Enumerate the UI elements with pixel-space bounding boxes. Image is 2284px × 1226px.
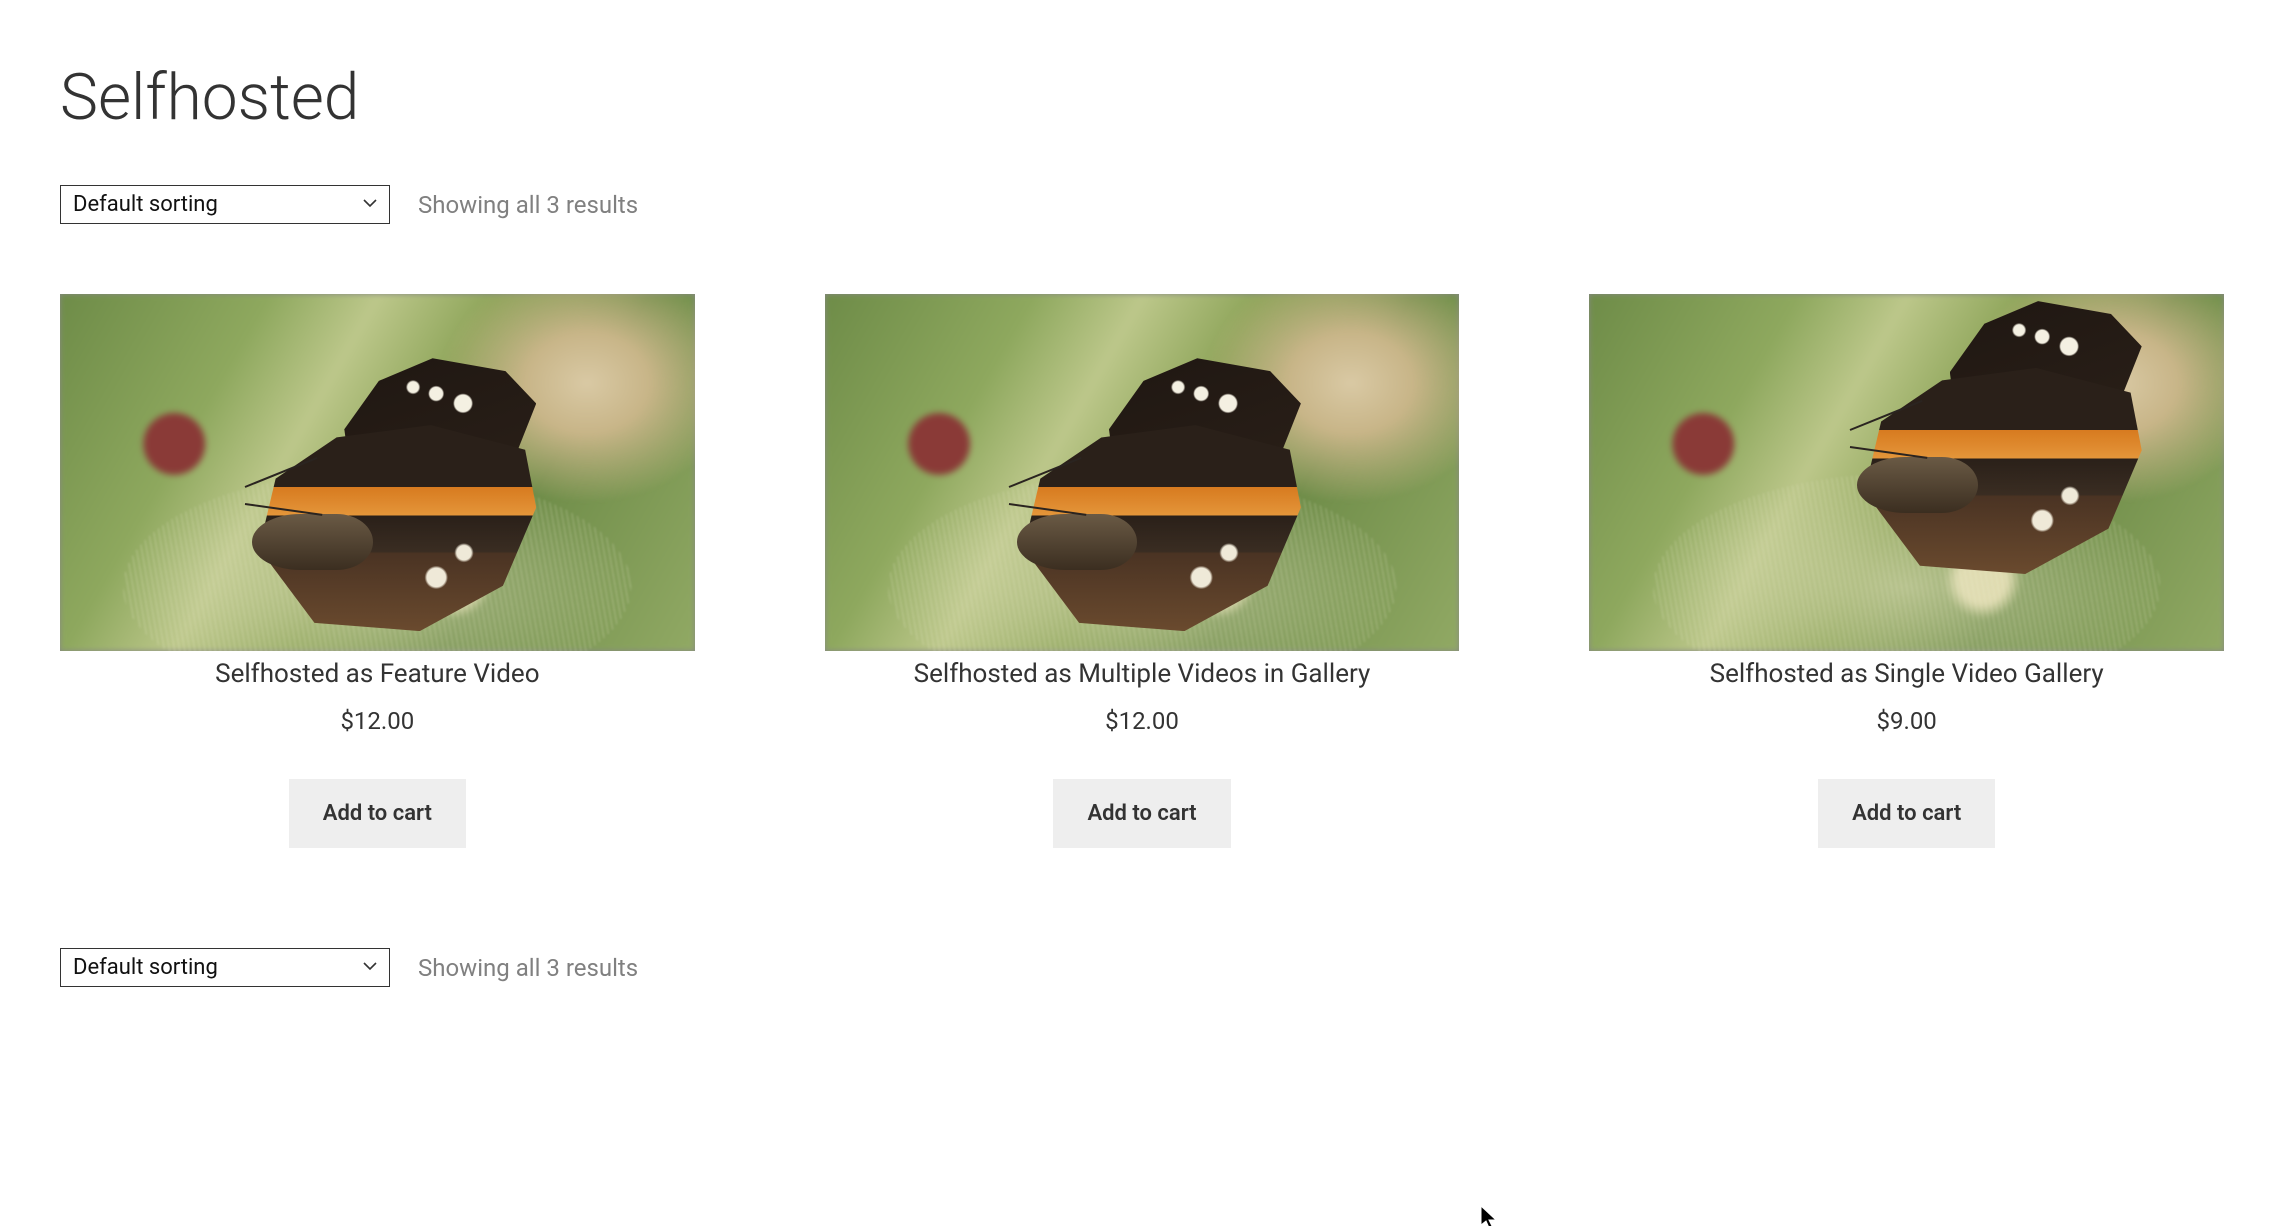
product-card[interactable]: Selfhosted as Single Video Gallery $9.00… [1589,294,2224,848]
sort-select[interactable]: Default sorting [60,185,390,224]
result-count: Showing all 3 results [418,191,638,219]
product-card[interactable]: Selfhosted as Feature Video $12.00 Add t… [60,294,695,848]
product-price: $12.00 [340,707,414,735]
product-image[interactable] [60,294,695,651]
page-title: Selfhosted [60,60,2224,135]
toolbar-top: Default sorting Showing all 3 results [60,185,2224,224]
sort-select-wrap: Default sorting [60,948,390,987]
toolbar-bottom: Default sorting Showing all 3 results [60,948,2224,987]
product-title[interactable]: Selfhosted as Feature Video [215,659,539,689]
add-to-cart-button[interactable]: Add to cart [289,779,466,848]
product-price: $9.00 [1877,707,1937,735]
add-to-cart-button[interactable]: Add to cart [1053,779,1230,848]
sort-select[interactable]: Default sorting [60,948,390,987]
product-card[interactable]: Selfhosted as Multiple Videos in Gallery… [825,294,1460,848]
cursor-icon [1480,1205,1498,1226]
product-image[interactable] [825,294,1460,651]
product-grid: Selfhosted as Feature Video $12.00 Add t… [60,294,2224,848]
product-title[interactable]: Selfhosted as Multiple Videos in Gallery [914,659,1371,689]
product-image[interactable] [1589,294,2224,651]
add-to-cart-button[interactable]: Add to cart [1818,779,1995,848]
product-title[interactable]: Selfhosted as Single Video Gallery [1710,659,2104,689]
sort-select-wrap: Default sorting [60,185,390,224]
result-count: Showing all 3 results [418,954,638,982]
product-price: $12.00 [1105,707,1179,735]
